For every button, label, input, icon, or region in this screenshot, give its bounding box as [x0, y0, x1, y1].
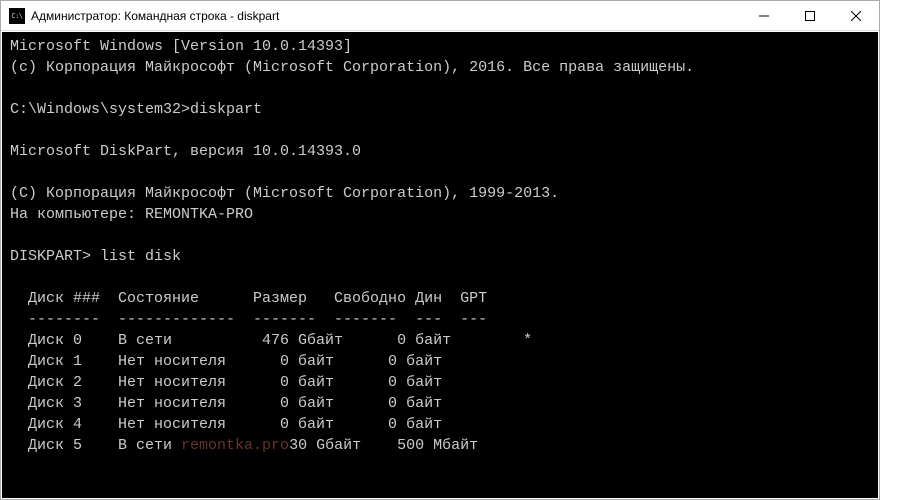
table-row: Диск 1 Нет носителя 0 байт 0 байт	[10, 353, 442, 370]
console-output[interactable]: Microsoft Windows [Version 10.0.14393] (…	[2, 32, 878, 498]
table-row: Диск 3 Нет носителя 0 байт 0 байт	[10, 395, 442, 412]
command-prompt-line: C:\Windows\system32>diskpart	[10, 101, 262, 118]
table-divider: -------- ------------- ------- ------- -…	[10, 311, 487, 328]
output-line: (c) Корпорация Майкрософт (Microsoft Cor…	[10, 59, 694, 76]
output-line: Microsoft DiskPart, версия 10.0.14393.0	[10, 143, 361, 160]
watermark-text: remontka.pro	[181, 437, 289, 454]
maximize-icon	[805, 11, 815, 21]
row5-part-b: 30 Gбайт 500 Мбайт	[289, 437, 478, 454]
close-button[interactable]	[833, 1, 879, 30]
command-prompt-window: Администратор: Командная строка - diskpa…	[0, 0, 880, 500]
close-icon	[851, 11, 861, 21]
minimize-icon	[759, 11, 769, 21]
table-row: Диск 4 Нет носителя 0 байт 0 байт	[10, 416, 442, 433]
diskpart-prompt-line: DISKPART> list disk	[10, 248, 181, 265]
output-line: (C) Корпорация Майкрософт (Microsoft Cor…	[10, 185, 559, 202]
titlebar[interactable]: Администратор: Командная строка - diskpa…	[1, 1, 879, 31]
window-title: Администратор: Командная строка - diskpa…	[31, 9, 741, 23]
window-controls	[741, 1, 879, 30]
table-row: Диск 2 Нет носителя 0 байт 0 байт	[10, 374, 442, 391]
cmd-icon	[9, 8, 25, 24]
minimize-button[interactable]	[741, 1, 787, 30]
maximize-button[interactable]	[787, 1, 833, 30]
row5-part-a: Диск 5 В сети	[10, 437, 181, 454]
output-line: Microsoft Windows [Version 10.0.14393]	[10, 38, 352, 55]
table-header: Диск ### Состояние Размер Свободно Дин G…	[10, 290, 487, 307]
table-row: Диск 5 В сети remontka.pro30 Gбайт 500 М…	[10, 437, 478, 454]
output-line: На компьютере: REMONTKA-PRO	[10, 206, 253, 223]
table-row: Диск 0 В сети 476 Gбайт 0 байт *	[10, 332, 532, 349]
